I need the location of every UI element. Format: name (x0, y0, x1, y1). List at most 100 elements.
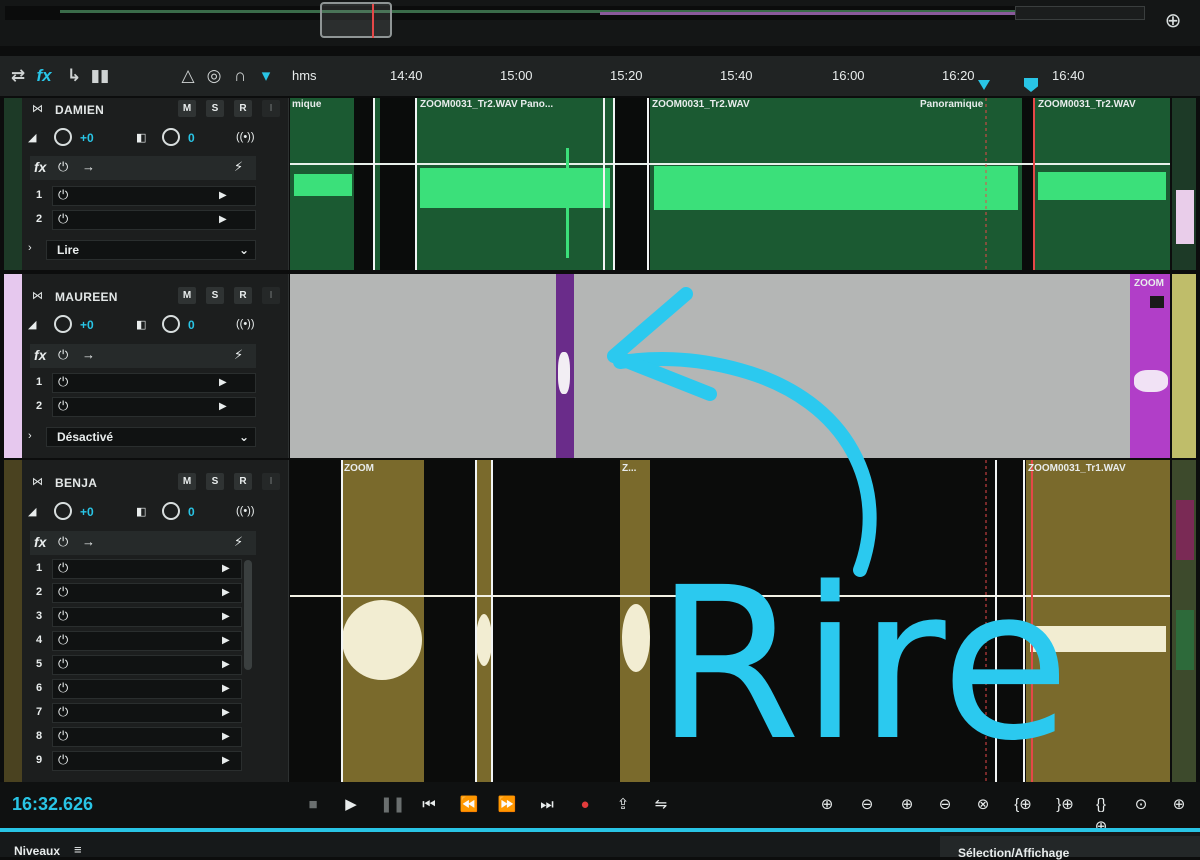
power-icon[interactable]: ⏻ (58, 608, 68, 624)
pan-knob[interactable] (162, 315, 180, 333)
snap-icon[interactable]: ◎ (202, 64, 226, 88)
pre-post-icon[interactable]: → (82, 347, 95, 362)
lightning-icon[interactable]: ⚡ (234, 347, 243, 363)
power-icon[interactable]: ⏻ (58, 680, 68, 696)
lightning-icon[interactable]: ⚡ (234, 159, 243, 175)
volume-knob[interactable] (54, 128, 72, 146)
play-triangle-icon[interactable]: ▶ (219, 190, 227, 201)
play-triangle-icon[interactable]: ▶ (219, 214, 227, 225)
overview-scrollbar[interactable] (1015, 6, 1145, 20)
power-icon[interactable]: ⏻ (58, 534, 68, 550)
pan-value[interactable]: 0 (188, 131, 195, 145)
menu-icon[interactable]: ≡ (74, 842, 82, 857)
automation-mode-select[interactable]: Lire ⌄ (46, 240, 256, 260)
track-name[interactable]: MAUREEN (55, 290, 118, 304)
effects-scrollbar[interactable] (244, 560, 252, 670)
pan-knob[interactable] (162, 128, 180, 146)
effect-slot[interactable] (52, 727, 242, 747)
go-to-start-icon[interactable]: ⏮ (418, 794, 440, 816)
play-triangle-icon[interactable]: ▶ (222, 707, 230, 718)
power-icon[interactable]: ⏻ (58, 656, 68, 672)
effect-slot[interactable] (52, 679, 242, 699)
play-triangle-icon[interactable]: ▶ (222, 587, 230, 598)
marker-tool-icon[interactable]: ▾ (254, 64, 278, 88)
timecode-display[interactable]: 16:32.626 (12, 794, 93, 815)
clip-fade-icon[interactable] (1150, 296, 1164, 308)
record-icon[interactable]: ● (574, 794, 596, 816)
zoom-selection-icon[interactable]: {}⊕ (1090, 794, 1112, 835)
levels-panel-title[interactable]: Niveaux (14, 844, 60, 858)
volume-value[interactable]: +0 (80, 318, 94, 332)
zoom-out-point-icon[interactable]: }⊕ (1054, 794, 1076, 816)
zoom-in-amplitude-icon[interactable]: ⊕ (816, 794, 838, 816)
play-triangle-icon[interactable]: ▶ (222, 611, 230, 622)
play-triangle-icon[interactable]: ▶ (219, 377, 227, 388)
power-icon[interactable]: ⏻ (58, 159, 68, 175)
skip-icon[interactable]: ⇋ (650, 794, 672, 816)
play-triangle-icon[interactable]: ▶ (222, 635, 230, 646)
solo-button[interactable]: S (206, 473, 224, 490)
effect-slot[interactable] (52, 631, 242, 651)
power-icon[interactable]: ⏻ (58, 398, 68, 414)
volume-value[interactable]: +0 (80, 505, 94, 519)
volume-value[interactable]: +0 (80, 131, 94, 145)
inputs-outputs-icon[interactable]: ⇄ (6, 64, 30, 88)
effect-slot[interactable] (52, 583, 242, 603)
zoom-in-time-icon[interactable]: ⊕ (896, 794, 918, 816)
play-triangle-icon[interactable]: ▶ (222, 731, 230, 742)
play-triangle-icon[interactable]: ▶ (222, 659, 230, 670)
overview-viewport-handle[interactable] (320, 2, 392, 38)
eq-icon[interactable]: ▮▮ (88, 64, 112, 88)
stereo-output-icon[interactable]: ((•)) (236, 131, 255, 143)
sends-icon[interactable]: ↳ (62, 64, 86, 88)
automation-mode-select[interactable]: Désactivé ⌄ (46, 427, 256, 447)
mute-button[interactable]: M (178, 473, 196, 490)
power-icon[interactable]: ⏻ (58, 752, 68, 768)
stereo-output-icon[interactable]: ((•)) (236, 505, 255, 517)
pre-post-icon[interactable]: → (82, 159, 95, 174)
power-icon[interactable]: ⏻ (58, 560, 68, 576)
record-button[interactable]: R (234, 473, 252, 490)
pan-knob[interactable] (162, 502, 180, 520)
pan-value[interactable]: 0 (188, 505, 195, 519)
power-icon[interactable]: ⏻ (58, 211, 68, 227)
damien-clips[interactable] (290, 98, 1170, 270)
power-icon[interactable]: ⏻ (58, 187, 68, 203)
stop-icon[interactable]: ■ (302, 794, 324, 816)
zoom-out-amplitude-icon[interactable]: ⊖ (856, 794, 878, 816)
zoom-full-icon[interactable]: ⊗ (972, 794, 994, 816)
pre-post-icon[interactable]: → (82, 534, 95, 549)
loop-icon[interactable]: ⇪ (612, 794, 634, 816)
input-monitor-button[interactable]: I (262, 473, 280, 490)
effects-toggle-icon[interactable]: fx (32, 64, 56, 88)
effect-slot[interactable] (52, 655, 242, 675)
power-icon[interactable]: ⏻ (58, 347, 68, 363)
lightning-icon[interactable]: ⚡ (234, 534, 243, 550)
zoom-in-point-icon[interactable]: {⊕ (1012, 794, 1034, 816)
power-icon[interactable]: ⏻ (58, 374, 68, 390)
mute-button[interactable]: M (178, 287, 196, 304)
effect-slot[interactable] (52, 607, 242, 627)
zoom-tracks-icon[interactable]: ⊕ (1168, 794, 1190, 816)
expand-chevron-icon[interactable]: › (28, 242, 32, 254)
zoom-playhead-icon[interactable]: ⊙ (1130, 794, 1152, 816)
input-monitor-button[interactable]: I (262, 100, 280, 117)
power-icon[interactable]: ⏻ (58, 728, 68, 744)
zoom-out-time-icon[interactable]: ⊖ (934, 794, 956, 816)
play-triangle-icon[interactable]: ▶ (222, 683, 230, 694)
input-monitor-button[interactable]: I (262, 287, 280, 304)
solo-button[interactable]: S (206, 100, 224, 117)
expand-chevron-icon[interactable]: › (28, 430, 32, 442)
track-name[interactable]: BENJA (55, 476, 97, 490)
record-button[interactable]: R (234, 100, 252, 117)
effect-slot[interactable] (52, 751, 242, 771)
volume-knob[interactable] (54, 502, 72, 520)
volume-knob[interactable] (54, 315, 72, 333)
selection-panel-title[interactable]: Sélection/Affichage (958, 846, 1069, 860)
metronome-icon[interactable]: △ (176, 64, 200, 88)
track-name[interactable]: DAMIEN (55, 103, 104, 117)
pan-value[interactable]: 0 (188, 318, 195, 332)
go-to-end-icon[interactable]: ⏭ (536, 794, 558, 816)
record-button[interactable]: R (234, 287, 252, 304)
mute-button[interactable]: M (178, 100, 196, 117)
